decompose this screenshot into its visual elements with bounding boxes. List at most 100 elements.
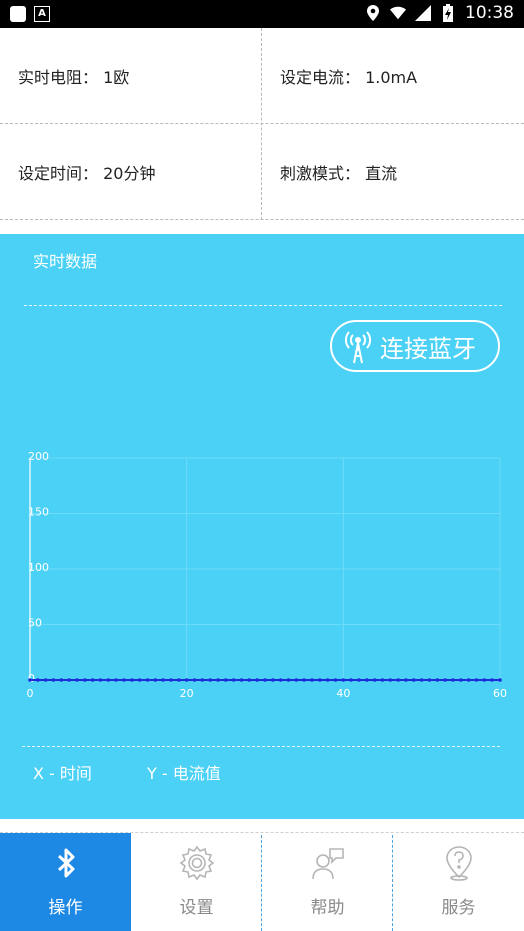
realtime-resistance-cell: 实时电阻： 1欧 bbox=[0, 28, 261, 123]
series-point bbox=[192, 678, 197, 682]
series-point bbox=[75, 678, 79, 682]
stim-mode-cell: 刺激模式： 直流 bbox=[262, 124, 523, 219]
series-point bbox=[412, 678, 416, 682]
status-time: 10:38 bbox=[465, 3, 514, 23]
series-point bbox=[286, 678, 291, 682]
series-point bbox=[271, 678, 275, 682]
series-point bbox=[435, 678, 440, 682]
series-point bbox=[208, 678, 212, 682]
series-point bbox=[247, 678, 252, 682]
current-chart: 0 20 40 60050100150200 bbox=[27, 450, 508, 700]
notification-app-icon bbox=[10, 6, 26, 22]
series-point bbox=[419, 678, 424, 682]
y-tick-label: 200 bbox=[28, 450, 49, 463]
grid-divider-horizontal bbox=[0, 123, 524, 124]
nav-tab-settings-label: 设置 bbox=[179, 898, 214, 918]
series-point bbox=[357, 678, 361, 682]
realtime-resistance-text: 实时电阻： 1欧 bbox=[18, 67, 130, 87]
series-point bbox=[177, 678, 181, 682]
series-point bbox=[98, 678, 103, 682]
device-info-grid: 实时电阻： 1欧 设定电流： 1.0mA 设定时间： 20分钟 刺激模式： 直流 bbox=[0, 28, 524, 220]
x-tick-label: 20 bbox=[180, 687, 194, 700]
series-point bbox=[83, 678, 87, 682]
series-point bbox=[443, 678, 447, 682]
nav-tab-service-label: 服务 bbox=[441, 898, 476, 918]
series-point bbox=[325, 678, 330, 682]
nav-tab-help[interactable]: 帮助 bbox=[262, 833, 393, 931]
nav-tab-operate-label: 操作 bbox=[48, 898, 83, 918]
nav-separator bbox=[392, 835, 393, 931]
series-point bbox=[137, 678, 142, 682]
series-point bbox=[380, 678, 385, 682]
series-point bbox=[51, 678, 56, 682]
grid-divider-vertical bbox=[261, 28, 262, 220]
series-point bbox=[153, 678, 158, 682]
series-point bbox=[255, 678, 259, 682]
bluetooth-icon bbox=[57, 848, 74, 878]
nav-tab-help-label: 帮助 bbox=[310, 898, 345, 918]
x-tick-label: 40 bbox=[336, 687, 350, 700]
y-tick-label: 100 bbox=[28, 561, 49, 574]
series-point bbox=[310, 678, 314, 682]
connect-bluetooth-label: 连接蓝牙 bbox=[380, 334, 476, 363]
set-time-text: 设定时间： 20分钟 bbox=[18, 163, 156, 183]
nav-tab-settings[interactable]: 设置 bbox=[131, 833, 262, 931]
status-bar: A 10:38 bbox=[0, 0, 524, 28]
nav-tab-service[interactable]: 服务 bbox=[393, 833, 524, 931]
series-point bbox=[294, 678, 299, 682]
series-point bbox=[302, 678, 306, 682]
notification-a-icon: A bbox=[34, 6, 50, 22]
series-point bbox=[466, 678, 471, 682]
series-point bbox=[474, 678, 479, 682]
wifi-icon bbox=[390, 5, 406, 21]
nav-separator bbox=[261, 835, 262, 931]
battery-icon bbox=[440, 4, 456, 22]
series-point bbox=[169, 678, 173, 682]
legend-x: X - 时间 bbox=[33, 764, 92, 783]
connect-bluetooth-button[interactable]: 连接蓝牙 bbox=[330, 320, 500, 372]
series-point bbox=[59, 678, 64, 682]
series-point bbox=[90, 678, 95, 682]
series-point bbox=[130, 678, 134, 682]
series-point bbox=[318, 678, 322, 682]
panel-divider-bottom bbox=[22, 746, 500, 747]
service-pin-icon bbox=[445, 846, 472, 881]
series-point bbox=[161, 678, 165, 682]
set-current-text: 设定电流： 1.0mA bbox=[280, 67, 418, 87]
nav-tab-operate[interactable]: 操作 bbox=[0, 833, 131, 931]
set-current-cell: 设定电流： 1.0mA bbox=[262, 28, 523, 123]
stim-mode-text: 刺激模式： 直流 bbox=[280, 163, 398, 183]
x-tick-label: 0 bbox=[27, 687, 34, 700]
series-point bbox=[459, 678, 463, 682]
series-point bbox=[349, 678, 353, 682]
panel-title: 实时数据 bbox=[33, 252, 98, 271]
series-point bbox=[404, 678, 408, 682]
series-point bbox=[490, 678, 494, 682]
series-point bbox=[239, 678, 244, 682]
series-point bbox=[145, 678, 150, 682]
series-point bbox=[365, 678, 369, 682]
series-point bbox=[388, 678, 393, 682]
x-tick-label: 60 bbox=[493, 687, 507, 700]
series-point bbox=[114, 678, 118, 682]
realtime-data-panel: 实时数据 连接蓝牙 0 20 40 60 0 50 100 150 200 X - 时间 Y -… bbox=[0, 234, 524, 819]
support-chat-icon bbox=[311, 848, 344, 880]
grid-divider-bottom bbox=[0, 219, 524, 220]
series-point bbox=[216, 678, 220, 682]
series-point bbox=[341, 678, 346, 682]
bottom-nav: 操作 设置 帮助 服务 bbox=[0, 832, 524, 931]
series-point bbox=[263, 678, 267, 682]
y-tick-label: 50 bbox=[28, 617, 42, 630]
series-point bbox=[396, 678, 400, 682]
series-point bbox=[224, 678, 228, 682]
series-point bbox=[184, 678, 189, 682]
legend-y: Y - 电流值 bbox=[147, 764, 221, 783]
set-time-cell: 设定时间： 20分钟 bbox=[0, 124, 261, 219]
series-point bbox=[28, 678, 32, 682]
y-tick-label: 150 bbox=[28, 506, 49, 519]
series-point bbox=[67, 678, 71, 682]
series-point bbox=[106, 678, 111, 682]
series-point bbox=[200, 678, 205, 682]
series-point bbox=[333, 678, 338, 682]
series-point bbox=[231, 678, 236, 682]
